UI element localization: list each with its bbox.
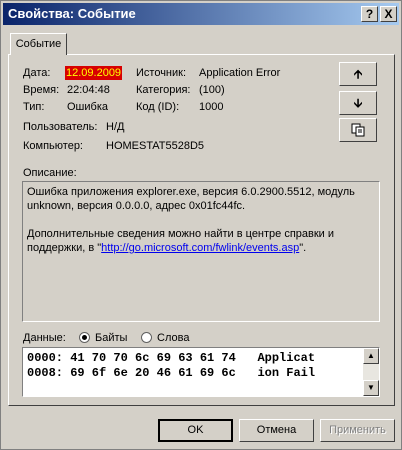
- triangle-up-icon: ▲: [367, 351, 375, 360]
- time-label: Время:: [23, 84, 60, 96]
- copy-icon: [351, 123, 365, 137]
- category-value: (100): [199, 84, 225, 96]
- words-radio[interactable]: [141, 332, 152, 343]
- bytes-label: Байты: [95, 332, 128, 344]
- computer-label: Компьютер:: [23, 140, 83, 152]
- tab-event[interactable]: Событие: [10, 33, 67, 55]
- bytes-radio[interactable]: [79, 332, 90, 343]
- source-value: Application Error: [199, 67, 281, 79]
- event-properties-window: Свойства: Событие ? X Событие Дата: 12.0…: [0, 0, 402, 450]
- apply-button[interactable]: Применить: [320, 419, 395, 442]
- help-link[interactable]: http://go.microsoft.com/fwlink/events.as…: [101, 242, 299, 254]
- next-event-button[interactable]: 🡫: [339, 91, 377, 115]
- hex-line: 0008: 69 6f 6e 20 46 61 69 6c ion Fail: [27, 366, 316, 380]
- arrow-down-icon: 🡫: [353, 96, 363, 110]
- date-value: 12.09.2009: [65, 66, 123, 80]
- words-label: Слова: [157, 332, 190, 344]
- window-title: Свойства: Событие: [8, 6, 136, 21]
- type-label: Тип:: [23, 101, 45, 113]
- cancel-button[interactable]: Отмена: [239, 419, 314, 442]
- triangle-down-icon: ▼: [367, 383, 375, 392]
- user-value: Н/Д: [106, 121, 125, 133]
- description-line: unknown, версия 0.0.0.0, адрес 0x01fc44f…: [27, 200, 246, 212]
- description-line: Дополнительные сведения можно найти в це…: [27, 228, 335, 240]
- data-label: Данные:: [23, 332, 66, 344]
- vertical-scrollbar[interactable]: ▲ ▼: [363, 348, 379, 396]
- time-value: 22:04:48: [67, 84, 110, 96]
- description-box[interactable]: Ошибка приложения explorer.exe, версия 6…: [22, 181, 380, 322]
- user-label: Пользователь:: [23, 121, 98, 133]
- copy-button[interactable]: [339, 118, 377, 142]
- previous-event-button[interactable]: 🡩: [339, 62, 377, 86]
- type-value: Ошибка: [67, 101, 108, 113]
- hex-line: 0000: 41 70 70 6c 69 63 61 74 Applicat: [27, 351, 316, 365]
- arrow-up-icon: 🡩: [353, 67, 363, 81]
- close-button[interactable]: X: [380, 6, 397, 22]
- scroll-down-button[interactable]: ▼: [363, 380, 379, 396]
- scroll-up-button[interactable]: ▲: [363, 348, 379, 364]
- hex-data-box[interactable]: 0000: 41 70 70 6c 69 63 61 74 Applicat 0…: [22, 347, 380, 397]
- description-line: Ошибка приложения explorer.exe, версия 6…: [27, 186, 355, 198]
- ok-button[interactable]: OK: [158, 419, 233, 442]
- title-bar[interactable]: Свойства: Событие ? X: [3, 3, 399, 25]
- computer-value: HOMESTAT5528D5: [106, 140, 205, 152]
- code-label: Код (ID):: [136, 101, 180, 113]
- date-label: Дата:: [23, 67, 51, 79]
- description-line: поддержки, в "http://go.microsoft.com/fw…: [27, 242, 307, 254]
- source-label: Источник:: [136, 67, 187, 79]
- help-button[interactable]: ?: [361, 6, 378, 22]
- code-value: 1000: [199, 101, 224, 113]
- category-label: Категория:: [136, 84, 191, 96]
- description-label: Описание:: [23, 167, 77, 179]
